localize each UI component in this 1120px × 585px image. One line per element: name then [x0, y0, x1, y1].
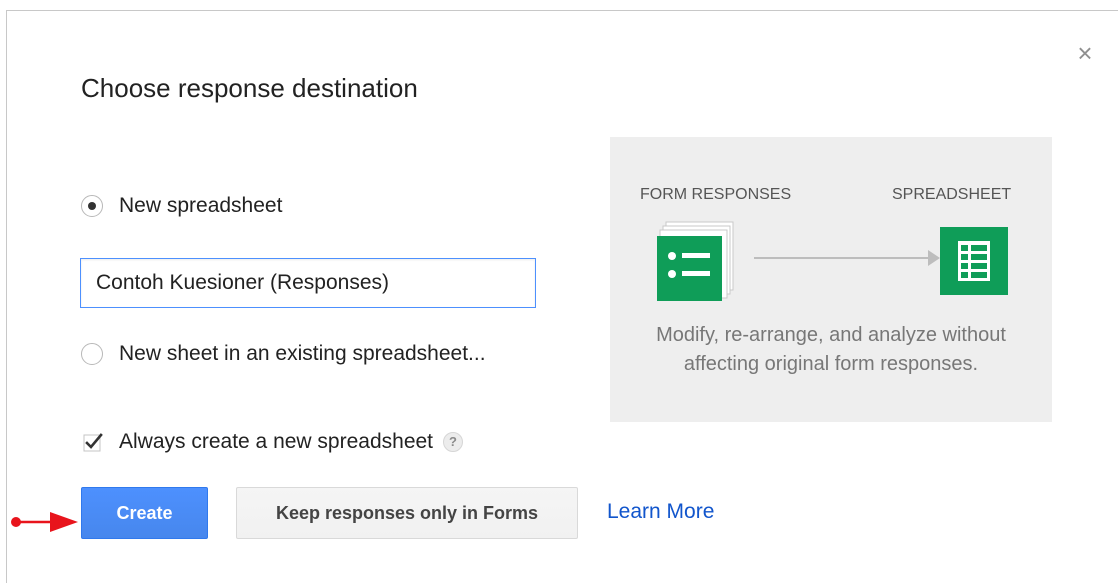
dialog-title: Choose response destination — [81, 73, 418, 103]
arrow-icon — [754, 250, 940, 266]
option-new-spreadsheet[interactable]: New spreadsheet — [81, 194, 282, 218]
info-description: Modify, re-arrange, and analyze without … — [610, 321, 1052, 379]
learn-more-link[interactable]: Learn More — [607, 500, 714, 524]
option-new-spreadsheet-label: New spreadsheet — [119, 194, 283, 217]
option-existing-spreadsheet[interactable]: New sheet in an existing spreadsheet... — [81, 342, 486, 366]
form-icon — [657, 221, 734, 301]
option-existing-spreadsheet-label: New sheet in an existing spreadsheet... — [119, 342, 486, 365]
flow-diagram — [657, 221, 1008, 301]
help-icon[interactable]: ? — [443, 432, 464, 452]
always-create-option[interactable]: Always create a new spreadsheet ? — [81, 430, 464, 454]
create-button[interactable]: Create — [81, 487, 208, 539]
radio-checked-icon[interactable] — [81, 195, 103, 217]
info-description-line2: affecting original form responses. — [683, 353, 979, 375]
spreadsheet-icon — [940, 227, 1008, 295]
radio-unchecked-icon[interactable] — [81, 343, 103, 365]
checkbox-check-icon[interactable] — [81, 430, 105, 454]
close-icon[interactable]: × — [1074, 40, 1096, 66]
info-description-line1: Modify, re-arrange, and analyze without — [656, 324, 1006, 346]
keep-in-forms-button[interactable]: Keep responses only in Forms — [236, 487, 578, 539]
info-panel: FORM RESPONSES SPREADSHEET Modify, re-ar… — [610, 137, 1052, 422]
annotation-arrow-icon — [6, 505, 82, 544]
spreadsheet-name-input[interactable] — [80, 258, 536, 308]
always-create-label: Always create a new spreadsheet — [119, 430, 434, 453]
